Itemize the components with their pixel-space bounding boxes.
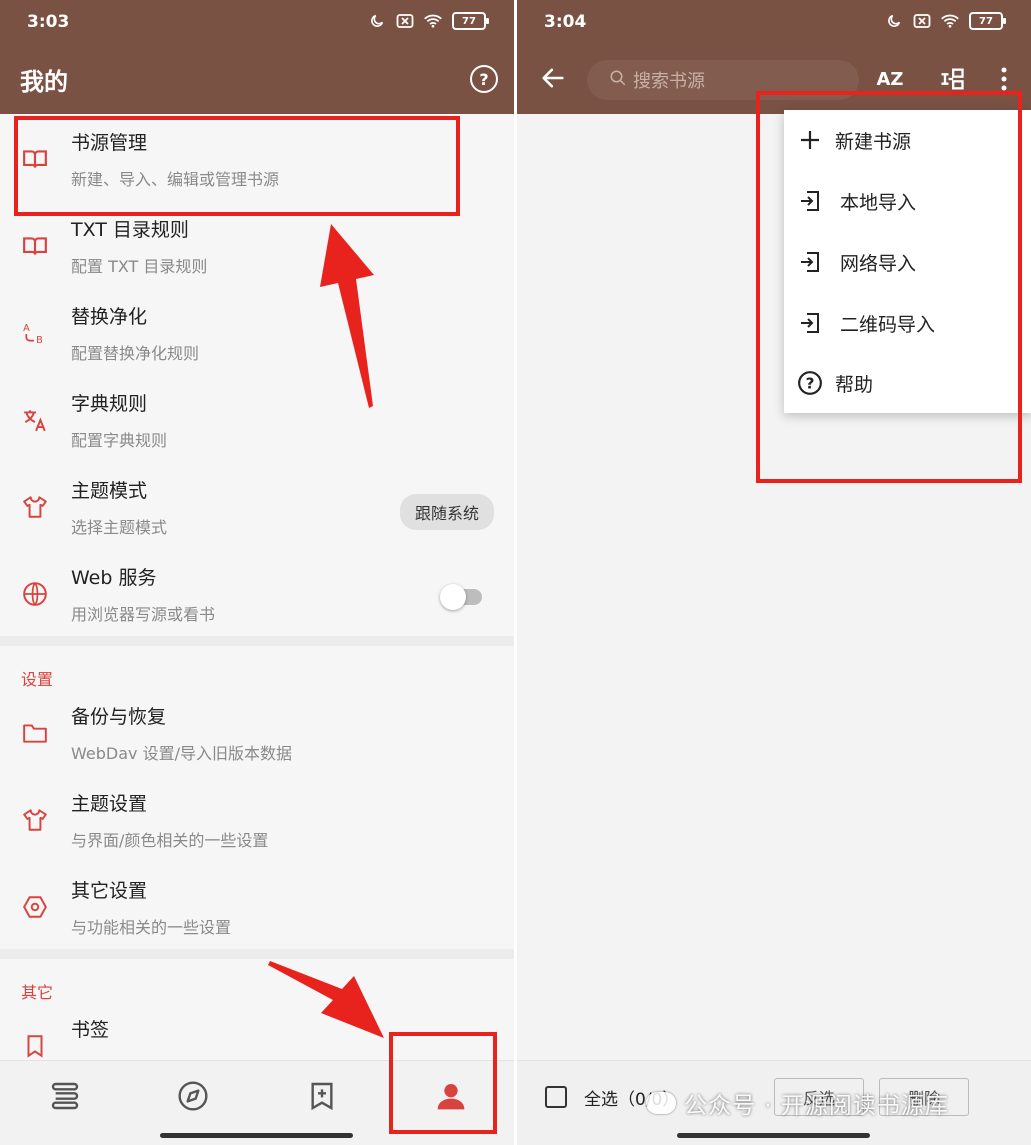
more-vert-icon[interactable] (992, 62, 1016, 96)
menu-item-label: 网络导入 (840, 252, 917, 275)
overflow-menu: 新建书源 本地导入 网络导入 二维码导入 ? 帮助 (784, 110, 1031, 413)
app-bar: 3:04 77 搜索书源 AZ (517, 0, 1031, 114)
import-icon (797, 188, 823, 214)
select-all-checkbox[interactable] (545, 1086, 567, 1108)
sort-az-button[interactable]: AZ (873, 62, 907, 96)
search-placeholder: 搜索书源 (633, 71, 705, 92)
menu-item-new-source[interactable]: 新建书源 (784, 110, 1031, 170)
menu-item-qr-import[interactable]: 二维码导入 (784, 293, 1031, 353)
wifi-icon (941, 12, 959, 30)
battery-icon: 77 (969, 12, 1006, 30)
help-circle-icon: ? (797, 370, 823, 396)
watermark-text: 公众号 · 开源阅读书源库 (684, 1093, 949, 1119)
menu-item-local-import[interactable]: 本地导入 (784, 171, 1031, 231)
group-icon[interactable] (935, 62, 969, 96)
import-icon (797, 310, 823, 336)
import-icon (797, 249, 823, 275)
book-source-screen: 3:04 77 搜索书源 AZ 新建书源 本地导入 网络导入 二维码导入 ? 帮… (517, 0, 1031, 1145)
search-input[interactable]: 搜索书源 (587, 60, 859, 100)
menu-item-label: 本地导入 (840, 191, 917, 214)
menu-item-label: 新建书源 (835, 130, 912, 153)
watermark: 公众号 · 开源阅读书源库 (646, 1086, 949, 1120)
moon-icon (885, 12, 903, 30)
home-indicator (677, 1133, 870, 1138)
status-icons: 77 (885, 12, 1006, 30)
menu-item-network-import[interactable]: 网络导入 (784, 232, 1031, 292)
menu-item-label: 帮助 (835, 373, 874, 396)
my-screen: 3:03 77 我的 ? 书源管理 新建、导入、编辑或管理书源 TXT 目录规则… (0, 0, 514, 1145)
sim-off-icon (913, 12, 931, 30)
menu-item-label: 二维码导入 (840, 313, 936, 336)
search-icon (609, 69, 627, 92)
status-time: 3:04 (544, 12, 587, 32)
svg-text:?: ? (806, 374, 815, 392)
wechat-logo-icon (646, 1092, 676, 1114)
menu-item-help[interactable]: ? 帮助 (784, 353, 1031, 413)
back-arrow-icon[interactable] (539, 64, 569, 94)
annotation-arrows (268, 224, 384, 1038)
plus-icon (797, 127, 823, 153)
